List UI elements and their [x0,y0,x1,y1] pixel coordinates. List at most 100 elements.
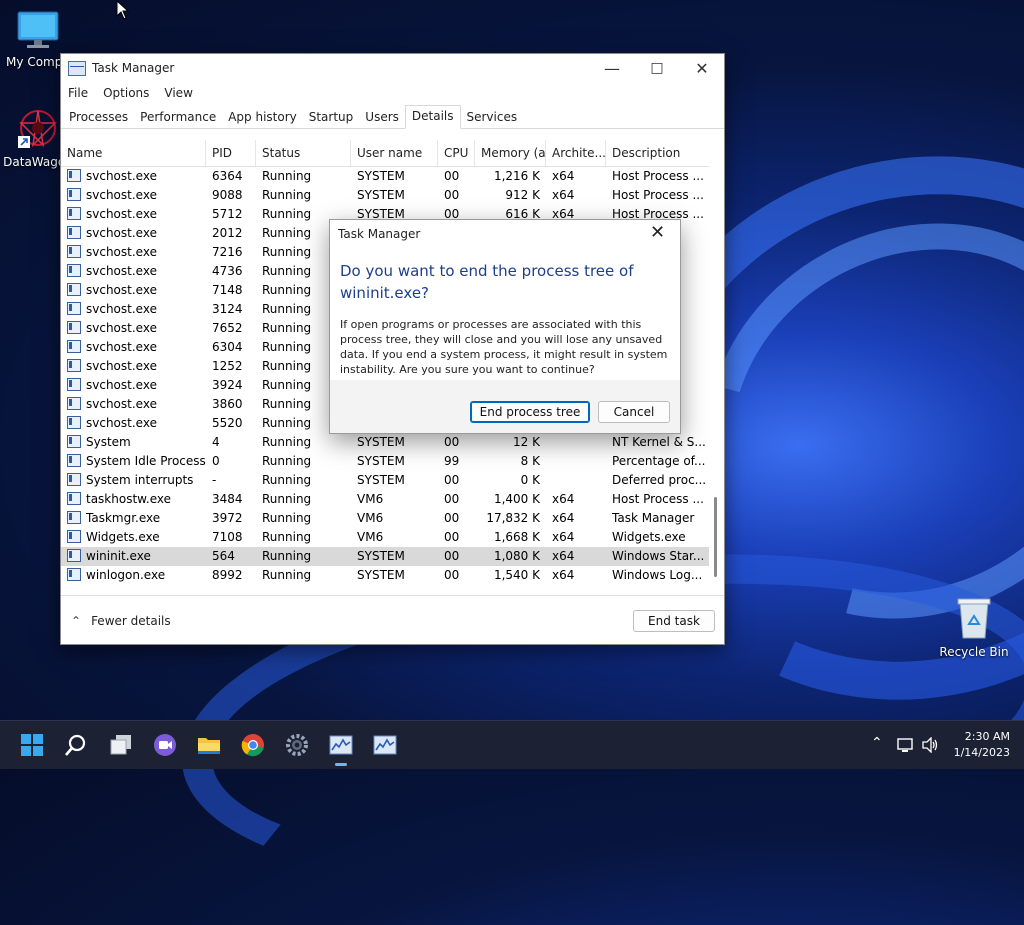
scrollbar-thumb[interactable] [714,497,717,577]
cell-text: Running [262,169,312,183]
confirm-dialog[interactable]: Task Manager ✕ Do you want to end the pr… [329,219,681,434]
tab-startup[interactable]: Startup [303,106,360,128]
task-view-icon[interactable] [109,733,133,757]
window-title: Task Manager [92,61,175,75]
end-task-button[interactable]: End task [633,610,715,632]
cell-user: VM6 [351,490,438,509]
cell-name: svchost.exe [61,376,206,395]
cell-arch: x64 [546,186,606,205]
clock[interactable]: 2:30 AM 1/14/2023 [950,729,1010,761]
table-row[interactable]: svchost.exe 9088 Running SYSTEM 00 912 K x64 Ho… [61,186,709,205]
task-manager-icon[interactable] [329,733,353,757]
table-row[interactable]: taskhostw.exe 3484 Running VM6 00 1,400 K x64 H… [61,490,709,509]
cell-text: 7652 [212,321,243,335]
tab-processes[interactable]: Processes [63,106,134,128]
network-icon[interactable] [897,737,915,753]
process-icon [67,321,81,334]
table-row[interactable]: svchost.exe 6364 Running SYSTEM 00 1,216 K x64… [61,167,709,186]
cell-text: SYSTEM [357,169,405,183]
tab-details[interactable]: Details [404,105,461,129]
table-row[interactable]: winlogon.exe 8992 Running SYSTEM 00 1,540 K x6… [61,566,709,585]
search-icon[interactable] [64,733,88,757]
start-icon[interactable] [20,733,44,757]
column-header-architecture[interactable]: Archite... [546,140,606,166]
process-icon [67,549,81,562]
file-explorer-icon[interactable] [197,733,221,757]
column-header-user-name[interactable]: User name [351,140,438,166]
cell-status: Running [256,566,351,585]
menu-file[interactable]: File [68,86,88,100]
cell-pid: 7216 [206,243,256,262]
column-header-pid[interactable]: PID [206,140,256,166]
cell-text: 00 [444,549,460,563]
cell-text: 00 [444,568,460,582]
footer-bar: ⌃ Fewer details End task [61,595,724,645]
cell-pid: 2012 [206,224,256,243]
cell-name: System Idle Process [61,452,206,471]
cell-text: Taskmgr.exe [86,511,161,525]
cell-text: 00 [444,492,460,506]
cell-name: svchost.exe [61,262,206,281]
process-icon [67,188,81,201]
process-icon [67,568,81,581]
cell-name: svchost.exe [61,167,206,186]
column-header-status[interactable]: Status [256,140,351,166]
cell-pid: 8992 [206,566,256,585]
chat-icon[interactable] [153,733,177,757]
dialog-close-icon[interactable]: ✕ [650,222,665,243]
cell-name: svchost.exe [61,319,206,338]
title-bar[interactable]: Task Manager — □ ✕ [61,54,724,82]
column-header-cpu[interactable]: CPU [438,140,475,166]
cell-pid: 9088 [206,186,256,205]
cell-pid: - [206,471,256,490]
table-row[interactable]: System interrupts - Running SYSTEM 00 0 K Defe… [61,471,709,490]
table-row[interactable]: Taskmgr.exe 3972 Running VM6 00 17,832 K x64 Ta… [61,509,709,528]
column-header-description[interactable]: Description [606,140,709,166]
cell-text: 1,216 K [493,169,540,183]
tab-app-history[interactable]: App history [222,106,303,128]
cell-text: 17,832 K [486,511,540,525]
mouse-cursor-icon [116,0,130,20]
volume-icon[interactable] [921,737,939,753]
tab-services[interactable]: Services [461,106,524,128]
cell-text: SYSTEM [357,435,405,449]
chevron-up-icon[interactable]: ⌃ [871,735,883,751]
cell-cpu: 00 [438,167,475,186]
cell-text: 1,400 K [493,492,540,506]
cell-text: 99 [444,454,460,468]
end-process-tree-button[interactable]: End process tree [470,401,590,423]
process-icon [67,378,81,391]
table-row[interactable]: Widgets.exe 7108 Running VM6 00 1,668 K x64 Wid… [61,528,709,547]
tab-performance[interactable]: Performance [134,106,222,128]
cell-text: taskhostw.exe [86,492,171,506]
column-header-memory[interactable]: Memory (a... [475,140,546,166]
table-row[interactable]: wininit.exe 564 Running SYSTEM 00 1,080 K x64 W… [61,547,709,566]
settings-icon[interactable] [285,733,309,757]
cell-pid: 3484 [206,490,256,509]
cell-text: 5712 [212,207,243,221]
cell-text: Windows Log... [612,568,703,582]
cell-mem: 1,216 K [475,167,546,186]
chrome-icon[interactable] [241,733,265,757]
desktop-icon-recycle-bin[interactable]: Recycle Bin [936,596,1012,659]
cell-pid: 3924 [206,376,256,395]
cell-text: 0 K [520,473,540,487]
menu-view[interactable]: View [164,86,192,100]
menu-options[interactable]: Options [103,86,149,100]
close-button[interactable]: ✕ [679,54,725,82]
cell-desc: Host Process ... [606,186,709,205]
cell-text: svchost.exe [86,226,157,240]
cell-user: SYSTEM [351,433,438,452]
minimize-button[interactable]: — [589,54,635,82]
maximize-button[interactable]: □ [634,54,680,82]
task-manager-icon[interactable] [373,733,397,757]
cell-desc: Percentage of... [606,452,709,471]
cancel-button[interactable]: Cancel [598,401,670,423]
cell-text: 00 [444,188,460,202]
table-row[interactable]: System 4 Running SYSTEM 00 12 K NT Kernel & S.… [61,433,709,452]
tab-users[interactable]: Users [359,106,405,128]
table-row[interactable]: System Idle Process 0 Running SYSTEM 99 8 K Pe… [61,452,709,471]
vertical-scrollbar[interactable] [709,140,723,595]
fewer-details-link[interactable]: ⌃ Fewer details [71,614,171,628]
cell-pid: 7148 [206,281,256,300]
